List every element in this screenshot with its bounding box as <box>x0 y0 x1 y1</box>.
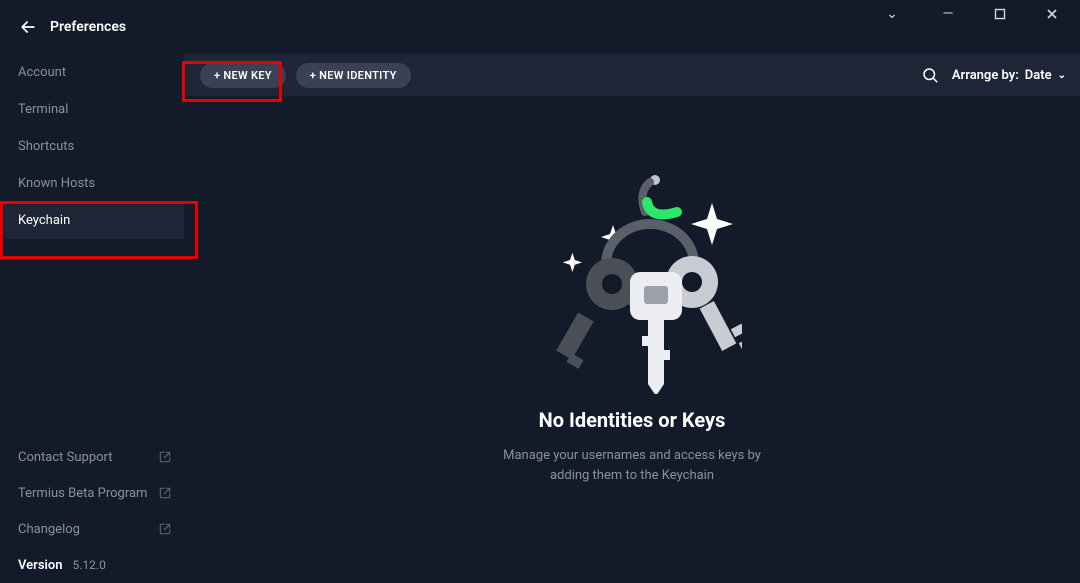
sidebar-item-account[interactable]: Account <box>0 54 184 91</box>
window-minimize-button[interactable]: — <box>934 0 962 28</box>
sidebar-item-label: Keychain <box>18 213 70 228</box>
empty-state: No Identities or Keys Manage your userna… <box>184 96 1080 583</box>
arrange-by-value: Date <box>1025 68 1052 83</box>
new-key-button[interactable]: + NEW KEY <box>200 63 286 88</box>
sidebar-item-terminal[interactable]: Terminal <box>0 91 184 128</box>
sidebar-footer-beta-program[interactable]: Termius Beta Program <box>0 475 184 511</box>
sidebar-item-keychain[interactable]: Keychain <box>0 202 184 239</box>
sidebar-item-label: Changelog <box>18 522 80 537</box>
new-identity-button[interactable]: + NEW IDENTITY <box>296 63 411 88</box>
sidebar-item-label: Shortcuts <box>18 139 74 154</box>
version-row: Version 5.12.0 <box>0 547 184 583</box>
window-maximize-button[interactable] <box>986 0 1014 28</box>
button-label: + NEW IDENTITY <box>310 69 397 82</box>
version-label: Version <box>18 558 63 573</box>
window-controls: ⌄ — <box>870 0 1080 28</box>
empty-state-heading: No Identities or Keys <box>539 408 726 432</box>
sidebar-item-label: Account <box>18 65 66 80</box>
content: + NEW KEY + NEW IDENTITY Arrange by: Dat… <box>184 54 1080 583</box>
sidebar-item-shortcuts[interactable]: Shortcuts <box>0 128 184 165</box>
sidebar-item-label: Known Hosts <box>18 176 95 191</box>
button-label: + NEW KEY <box>214 69 272 82</box>
toolbar: + NEW KEY + NEW IDENTITY Arrange by: Dat… <box>184 54 1080 96</box>
arrange-by-prefix: Arrange by: <box>952 68 1019 83</box>
sidebar-item-known-hosts[interactable]: Known Hosts <box>0 165 184 202</box>
sidebar: Account Terminal Shortcuts Known Hosts K… <box>0 54 184 583</box>
back-arrow-icon[interactable] <box>18 17 38 37</box>
empty-state-body: Manage your usernames and access keys by… <box>502 446 762 485</box>
external-link-icon <box>158 486 172 500</box>
keychain-illustration <box>522 164 742 394</box>
sidebar-footer-contact-support[interactable]: Contact Support <box>0 439 184 475</box>
external-link-icon <box>158 522 172 536</box>
page-title: Preferences <box>50 19 126 35</box>
sidebar-item-label: Contact Support <box>18 450 113 465</box>
sidebar-item-label: Termius Beta Program <box>18 486 147 501</box>
chevron-down-icon: ⌄ <box>1058 70 1066 81</box>
arrange-by-dropdown[interactable]: Arrange by: Date ⌄ <box>952 68 1066 83</box>
sidebar-footer-changelog[interactable]: Changelog <box>0 511 184 547</box>
window-close-button[interactable] <box>1038 0 1066 28</box>
window-chevron-down-icon[interactable]: ⌄ <box>878 0 906 28</box>
search-icon[interactable] <box>920 65 940 85</box>
version-value: 5.12.0 <box>73 558 106 572</box>
sidebar-footer-list: Contact Support Termius Beta Program Cha… <box>0 439 184 583</box>
sidebar-item-label: Terminal <box>18 102 68 117</box>
external-link-icon <box>158 450 172 464</box>
sidebar-nav-list: Account Terminal Shortcuts Known Hosts K… <box>0 54 184 239</box>
